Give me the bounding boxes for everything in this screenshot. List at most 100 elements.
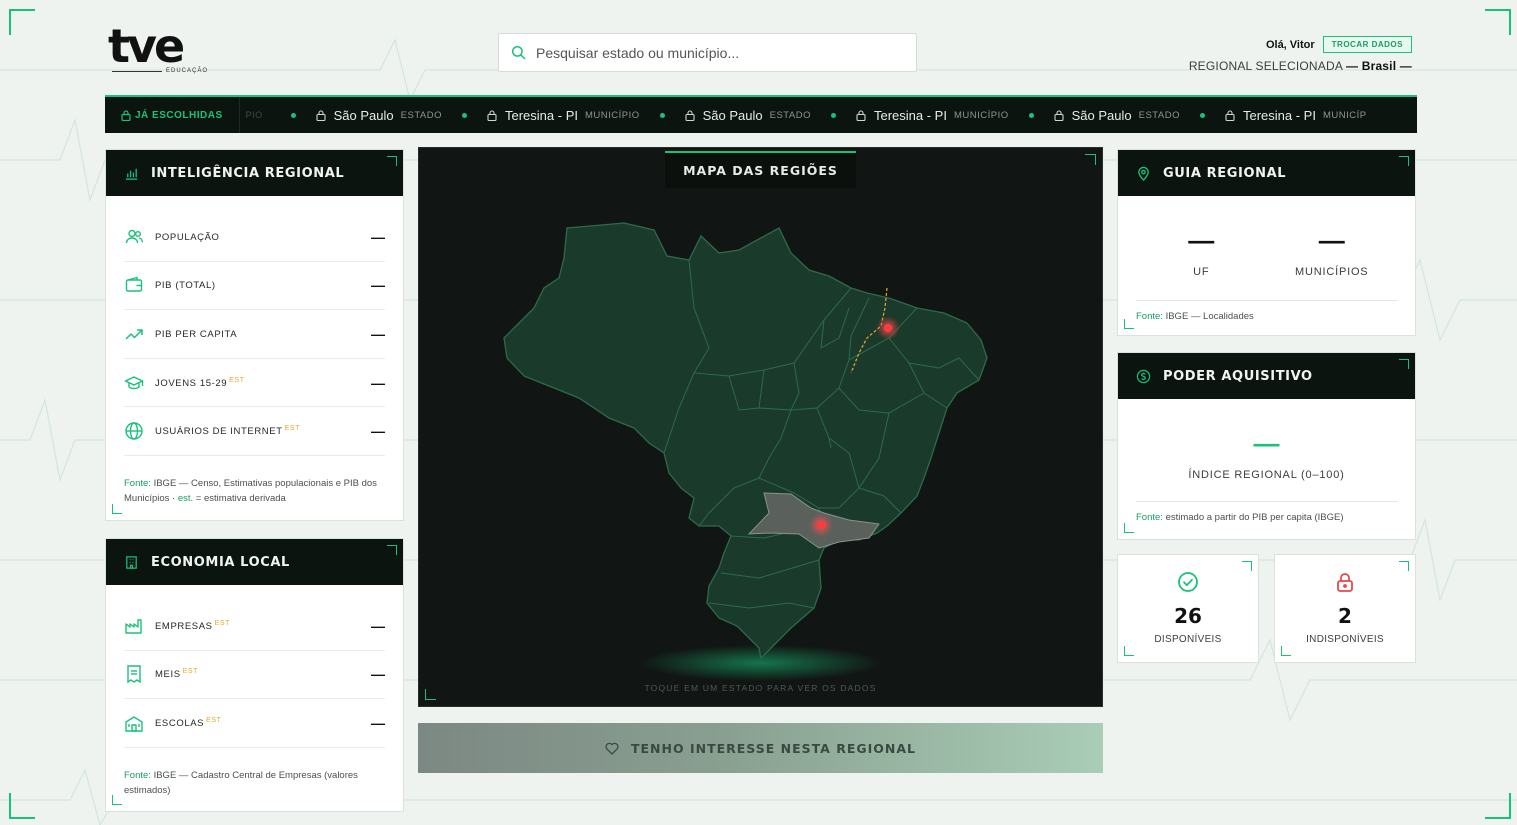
metric-label: EMPRESAS EST [155, 619, 231, 632]
metric-value: — [371, 617, 385, 634]
interest-button[interactable]: TENHO INTERESSE NESTA REGIONAL [418, 723, 1103, 773]
metric-row-gdp-total: PIB (TOTAL) — [124, 262, 385, 311]
bar-chart-icon [125, 168, 138, 180]
source-note: Fonte: IBGE — Censo, Estimativas populac… [124, 477, 377, 504]
ticker-dot [1028, 112, 1034, 118]
frame-corner [1485, 793, 1511, 819]
corner-accent [1399, 561, 1409, 571]
ticker-item[interactable]: Teresina - PI MUNICÍPIO [830, 108, 1009, 123]
local-economy-card: ECONOMIA LOCAL EMPRESAS EST — MEIS EST — E… [105, 538, 404, 812]
metric-value: — [371, 374, 385, 391]
ticker-item-name: São Paulo [333, 107, 394, 123]
search-box[interactable] [498, 33, 917, 72]
uf-label: UF [1193, 266, 1210, 278]
brand-logo[interactable]: tve EDUCAÇÃO [108, 23, 212, 78]
ticker-item-name: São Paulo [1071, 107, 1132, 123]
card-header: ECONOMIA LOCAL [106, 539, 403, 585]
frame-corner [9, 9, 35, 35]
ticker-item[interactable]: São Paulo ESTADO [659, 107, 811, 123]
interest-button-label: TENHO INTERESSE NESTA REGIONAL [630, 740, 917, 756]
ticker-item[interactable]: São Paulo ESTADO [290, 107, 442, 123]
dollar-circle-icon [1136, 369, 1151, 383]
teresina-marker[interactable] [884, 324, 892, 332]
metric-label: ESCOLAS EST [155, 716, 222, 730]
available-stat-card[interactable]: 26 DISPONÍVEIS [1117, 554, 1259, 663]
card-header: INTELIGÊNCIA REGIONAL [106, 150, 403, 196]
ticker-dot [659, 112, 665, 118]
regional-intelligence-card: INTELIGÊNCIA REGIONAL POPULAÇÃO — PIB (T… [105, 149, 404, 521]
corner-accent [1242, 561, 1252, 571]
metric-row-companies: EMPRESAS EST — [124, 602, 385, 651]
map-title: MAPA DAS REGIÕES [683, 163, 838, 178]
user-panel: Olá, Vitor TROCAR DADOS REGIONAL SELECIO… [1189, 36, 1412, 73]
corner-accent [387, 156, 397, 166]
lock-icon [487, 109, 497, 121]
regional-index-label: ÍNDICE REGIONAL (0–100) [1188, 469, 1345, 481]
metric-label: MEIS EST [155, 668, 199, 681]
metric-row-youth: JOVENS 15-29 EST — [124, 359, 385, 408]
ticker-item[interactable]: Teresina - PI MUNICÍP [1199, 107, 1367, 123]
card-header: PODER AQUISITIVO [1118, 353, 1415, 399]
ticker-item-type: ESTADO [1138, 109, 1180, 121]
regions-map[interactable]: MAPA DAS REGIÕES TOQUE EM UM ESTADO PARA… [418, 147, 1103, 707]
metric-value: — [371, 228, 385, 245]
metric-row-schools: ESCOLAS EST — [124, 699, 385, 748]
change-data-button[interactable]: TROCAR DADOS [1322, 36, 1412, 53]
trend-up-icon [125, 329, 143, 340]
brazil-states[interactable] [503, 222, 988, 660]
metric-value: — [371, 325, 385, 342]
uf-value: — [1188, 225, 1215, 255]
receipt-icon [127, 665, 141, 684]
selected-region: REGIONAL SELECIONADA — Brasil — [1189, 59, 1412, 73]
lock-icon [121, 109, 131, 121]
ticker-item-type: ESTADO [769, 109, 811, 121]
chosen-regions-ticker: JÁ ESCOLHIDAS PIO São Paulo ESTADO Teres… [105, 95, 1417, 133]
ticker-item-name: São Paulo [702, 107, 763, 123]
ticker-fragment: PIO [245, 110, 263, 120]
source-note: Fonte: estimado a partir do PIB per capi… [1136, 501, 1397, 525]
ticker-item-name: Teresina - PI [1242, 107, 1316, 123]
metric-row-meis: MEIS EST — [124, 651, 385, 700]
purchasing-power-card: PODER AQUISITIVO — ÍNDICE REGIONAL (0–10… [1117, 352, 1416, 540]
search-icon [511, 45, 526, 60]
ticker-dot [1199, 112, 1205, 118]
ticker-dot [462, 112, 467, 118]
frame-corner [1485, 9, 1511, 35]
lock-icon [1225, 109, 1235, 121]
unavailable-stat-card[interactable]: 2 INDISPONÍVEIS [1274, 554, 1416, 663]
corner-accent [1399, 359, 1409, 369]
selected-region-label: REGIONAL SELECIONADA [1188, 59, 1343, 73]
corner-accent [1399, 156, 1409, 166]
corner-accent [1124, 523, 1134, 533]
search-input[interactable] [536, 44, 896, 61]
user-greeting: Olá, Vitor [1265, 38, 1315, 51]
source-note: Fonte: IBGE — Cadastro Central de Empres… [124, 769, 358, 796]
ticker-heading-label: JÁ ESCOLHIDAS [135, 109, 223, 121]
metric-label: POPULAÇÃO [155, 231, 220, 243]
municipalities-label: MUNICÍPIOS [1295, 266, 1369, 278]
factory-icon [125, 619, 142, 634]
metric-value: — [371, 277, 385, 294]
building-icon [126, 555, 137, 569]
metric-value: — [371, 423, 385, 440]
card-title: INTELIGÊNCIA REGIONAL [151, 165, 345, 181]
metric-row-internet-users: USUÁRIOS DE INTERNET EST — [124, 407, 385, 456]
lock-icon [1054, 109, 1064, 121]
map-pin-icon [1138, 166, 1149, 181]
metric-label: PIB (TOTAL) [155, 280, 216, 292]
sao-paulo-marker[interactable] [817, 521, 825, 529]
metric-row-population: POPULAÇÃO — [124, 213, 385, 262]
map-hint: TOQUE EM UM ESTADO PARA VER OS DADOS [644, 683, 877, 693]
unavailable-count: 2 [1338, 604, 1352, 628]
metric-row-gdp-per-capita: PIB PER CAPITA — [124, 310, 385, 359]
lock-icon [316, 109, 326, 121]
lock-icon [685, 109, 695, 121]
ticker-item[interactable]: Teresina - PI MUNICÍPIO [462, 108, 640, 123]
globe-icon [125, 422, 143, 440]
heart-icon [605, 742, 619, 755]
regional-index-value: — [1253, 428, 1280, 458]
municipalities-stat: — MUNICÍPIOS [1267, 226, 1397, 300]
corner-accent [1124, 319, 1134, 329]
card-title: PODER AQUISITIVO [1163, 368, 1313, 384]
ticker-item[interactable]: São Paulo ESTADO [1028, 107, 1180, 123]
